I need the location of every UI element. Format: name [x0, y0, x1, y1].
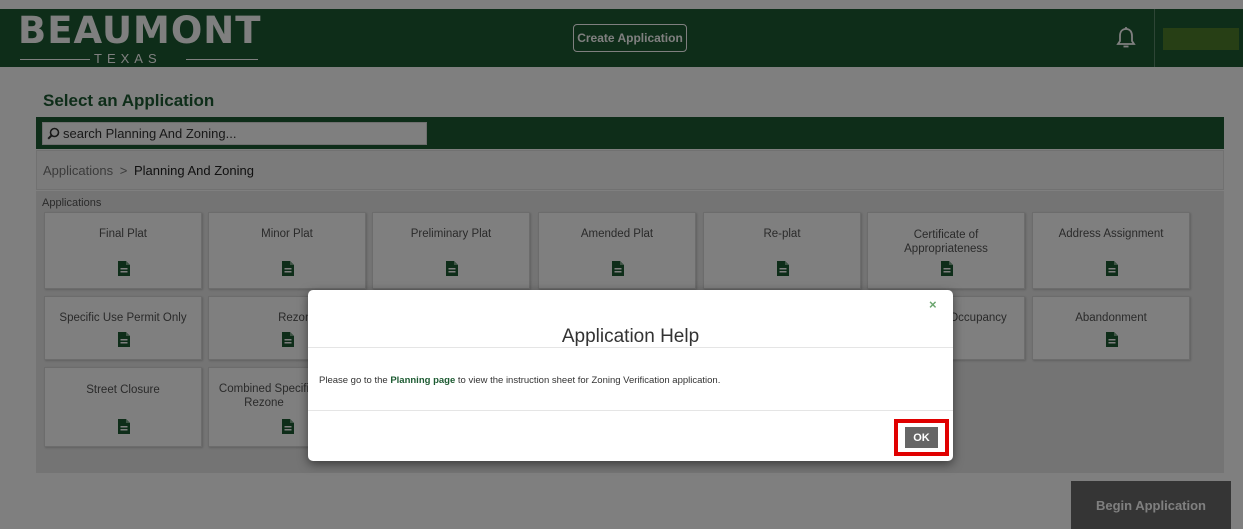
modal-title: Application Help — [561, 326, 700, 347]
modal-divider-bottom — [308, 410, 953, 411]
modal-body-suffix: to view the instruction sheet for Zoning… — [457, 375, 721, 386]
close-icon[interactable]: × — [929, 297, 937, 312]
application-help-modal: × Application Help Please go to the Plan… — [308, 290, 953, 461]
modal-divider-top — [308, 347, 953, 348]
planning-page-link[interactable]: Planning page — [390, 375, 455, 386]
modal-body-prefix: Please go to the — [319, 375, 388, 386]
ok-button[interactable]: OK — [905, 427, 938, 448]
modal-body: Please go to the Planning page to view t… — [319, 375, 720, 386]
ok-highlight: OK — [894, 419, 949, 456]
